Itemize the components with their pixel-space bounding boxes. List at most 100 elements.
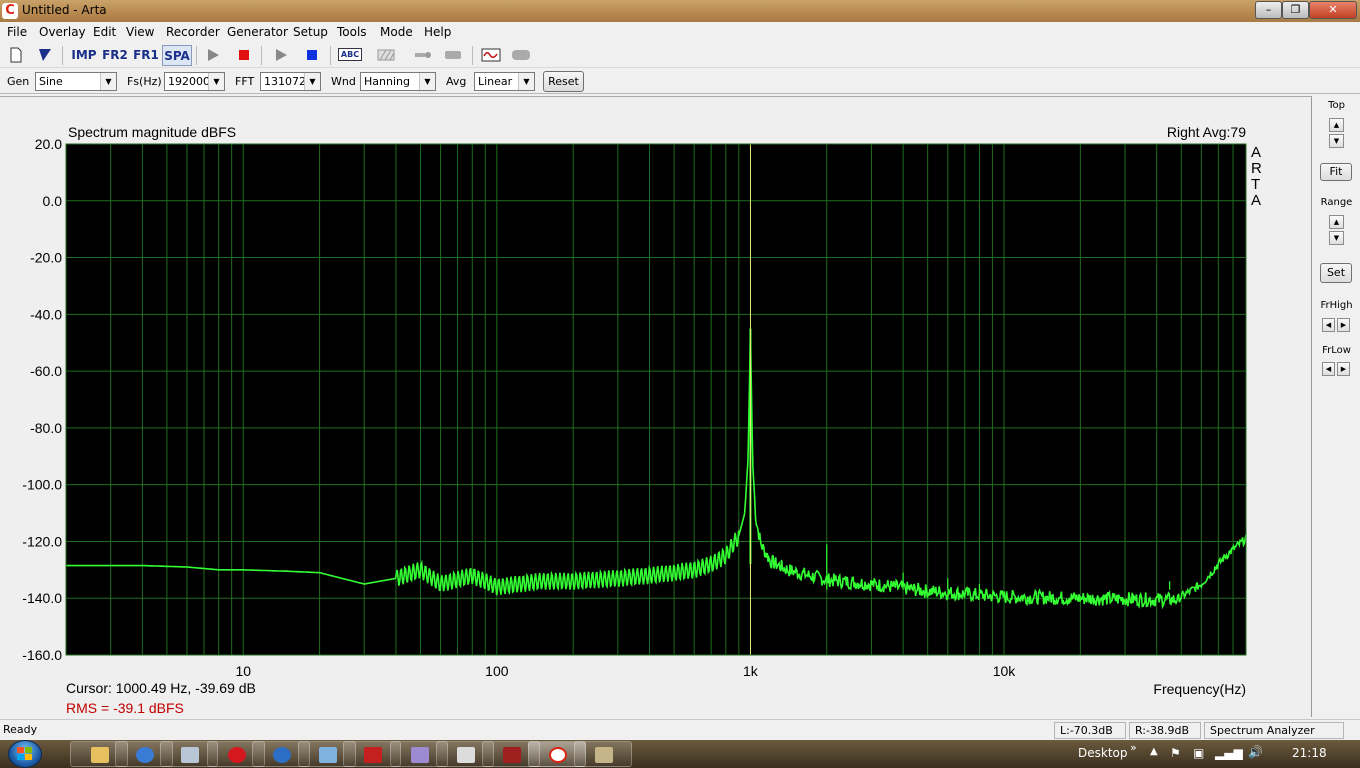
menu-tools[interactable]: Tools xyxy=(337,25,367,39)
x-tick-label: 1k xyxy=(743,663,759,679)
arta-watermark-a: A xyxy=(1251,144,1261,161)
arta-watermark-r: R xyxy=(1251,160,1262,177)
arta-icon xyxy=(549,747,567,763)
tray-expand-icon[interactable]: ▲ xyxy=(1150,746,1158,757)
gen-select[interactable]: Sine ▼ xyxy=(35,72,117,91)
fs-label: Fs(Hz) xyxy=(127,75,162,88)
range-up-button[interactable]: ▲ xyxy=(1329,215,1344,229)
pdf-icon xyxy=(364,747,382,763)
menu-generator[interactable]: Generator xyxy=(227,25,288,39)
new-file-icon[interactable] xyxy=(4,45,28,66)
close-button[interactable]: ✕ xyxy=(1309,1,1357,19)
wnd-label: Wnd xyxy=(331,75,356,88)
document-icon xyxy=(457,747,475,763)
play-gen-icon[interactable] xyxy=(269,45,293,66)
fit-button[interactable]: Fit xyxy=(1320,163,1352,181)
fr1-mode-button[interactable]: FR1 xyxy=(132,45,160,66)
frhigh-left-button[interactable]: ◀ xyxy=(1322,318,1335,332)
avg-select[interactable]: Linear ▼ xyxy=(474,72,535,91)
menu-file[interactable]: File xyxy=(7,25,27,39)
x-tick-labels: 10 100 1k 10k xyxy=(235,663,1016,679)
network-signal-icon[interactable]: ▂▄▆ xyxy=(1215,746,1243,760)
chevron-down-icon[interactable]: ▼ xyxy=(208,73,224,90)
menu-setup[interactable]: Setup xyxy=(293,25,328,39)
toolbar-separator xyxy=(330,46,331,65)
fr2-mode-button[interactable]: FR2 xyxy=(101,45,129,66)
y-tick-label: -20.0 xyxy=(30,250,62,266)
fft-value: 131072 xyxy=(264,75,306,88)
recorder-icon xyxy=(503,747,521,763)
left-level-panel: L:-70.3dB xyxy=(1054,722,1126,739)
open-arrow-icon[interactable] xyxy=(33,45,57,66)
fs-select[interactable]: 192000 ▼ xyxy=(164,72,225,91)
range-down-button[interactable]: ▼ xyxy=(1329,231,1344,245)
menu-recorder[interactable]: Recorder xyxy=(166,25,220,39)
network-icon xyxy=(273,747,291,763)
chevron-down-icon[interactable]: ▼ xyxy=(518,73,534,90)
x-tick-label: 10 xyxy=(235,663,251,679)
frhigh-label: FrHigh xyxy=(1320,300,1353,311)
gray-bar-icon[interactable] xyxy=(441,45,465,66)
chevron-down-icon[interactable]: ▼ xyxy=(304,73,320,90)
y-tick-label: 20.0 xyxy=(35,136,62,152)
gray-pill-icon[interactable] xyxy=(509,45,533,66)
menu-mode[interactable]: Mode xyxy=(380,25,413,39)
opera-icon xyxy=(228,747,246,763)
fft-select[interactable]: 131072 ▼ xyxy=(260,72,321,91)
hatch-icon[interactable] xyxy=(374,45,398,66)
spectrum-chart[interactable]: 20.0 0.0 -20.0 -40.0 -60.0 -80.0 -100.0 -120.0 -… xyxy=(0,97,1311,718)
desktop-toolbar-label[interactable]: Desktop xyxy=(1078,746,1128,760)
stop-icon[interactable] xyxy=(300,45,324,66)
set-button[interactable]: Set xyxy=(1320,263,1352,283)
abc-button[interactable]: ABC xyxy=(337,45,363,66)
taskbar-utility-app[interactable] xyxy=(574,741,632,767)
minimize-button[interactable]: – xyxy=(1255,1,1282,19)
arta-watermark-t: T xyxy=(1251,176,1260,193)
arta-app-icon[interactable]: C xyxy=(2,3,18,19)
maximize-button[interactable]: ❐ xyxy=(1282,1,1309,19)
y-tick-label: -140.0 xyxy=(22,590,62,606)
clock[interactable]: 21:18 xyxy=(1292,746,1327,760)
y-tick-labels: 20.0 0.0 -20.0 -40.0 -60.0 -80.0 -100.0 -120.0 -… xyxy=(22,136,62,663)
spa-mode-button[interactable]: SPA xyxy=(162,45,192,66)
menu-view[interactable]: View xyxy=(126,25,154,39)
chevron-down-icon[interactable]: ▼ xyxy=(100,73,116,90)
volume-icon[interactable]: 🔊 xyxy=(1248,745,1263,759)
reset-button[interactable]: Reset xyxy=(543,71,584,92)
toolbar-separator xyxy=(62,46,63,65)
generator-wave-icon[interactable] xyxy=(479,45,503,66)
chevron-down-icon[interactable]: ▼ xyxy=(419,73,435,90)
tray-app-icon[interactable]: ▣ xyxy=(1193,746,1204,760)
frlow-right-button[interactable]: ▶ xyxy=(1337,362,1350,376)
cursor-readout: Cursor: 1000.49 Hz, -39.69 dB xyxy=(66,680,256,696)
avg-label: Avg xyxy=(446,75,467,88)
folder-icon xyxy=(91,747,109,763)
y-tick-label: -160.0 xyxy=(22,647,62,663)
chart-title: Spectrum magnitude dBFS xyxy=(68,124,236,140)
top-down-button[interactable]: ▼ xyxy=(1329,134,1344,148)
record-stop-icon[interactable] xyxy=(232,45,256,66)
top-up-button[interactable]: ▲ xyxy=(1329,118,1344,132)
y-tick-label: 0.0 xyxy=(43,193,63,209)
start-button[interactable] xyxy=(5,740,47,768)
menu-help[interactable]: Help xyxy=(424,25,451,39)
menu-edit[interactable]: Edit xyxy=(93,25,116,39)
toolbar: IMP FR2 FR1 SPA ABC xyxy=(0,43,1360,68)
desktop-toolbar-chevron-icon[interactable]: » xyxy=(1130,741,1137,754)
control-bar: Gen Sine ▼ Fs(Hz) 192000 ▼ FFT 131072 ▼ … xyxy=(0,69,1360,94)
y-tick-label: -100.0 xyxy=(22,477,62,493)
frhigh-right-button[interactable]: ▶ xyxy=(1337,318,1350,332)
menu-overlay[interactable]: Overlay xyxy=(39,25,86,39)
utility-icon xyxy=(595,747,613,763)
y-tick-label: -80.0 xyxy=(30,420,62,436)
title-bar[interactable]: C Untitled - Arta – ❐ ✕ xyxy=(0,0,1360,22)
wnd-select[interactable]: Hanning ▼ xyxy=(360,72,436,91)
probe-icon[interactable] xyxy=(411,45,435,66)
toolbar-separator xyxy=(196,46,197,65)
frlow-left-button[interactable]: ◀ xyxy=(1322,362,1335,376)
channel-info: Right Avg:79 xyxy=(1167,124,1246,140)
imp-mode-button[interactable]: IMP xyxy=(70,45,98,66)
media-icon xyxy=(411,747,429,763)
action-center-flag-icon[interactable]: ⚑ xyxy=(1170,746,1181,760)
play-icon[interactable] xyxy=(201,45,225,66)
